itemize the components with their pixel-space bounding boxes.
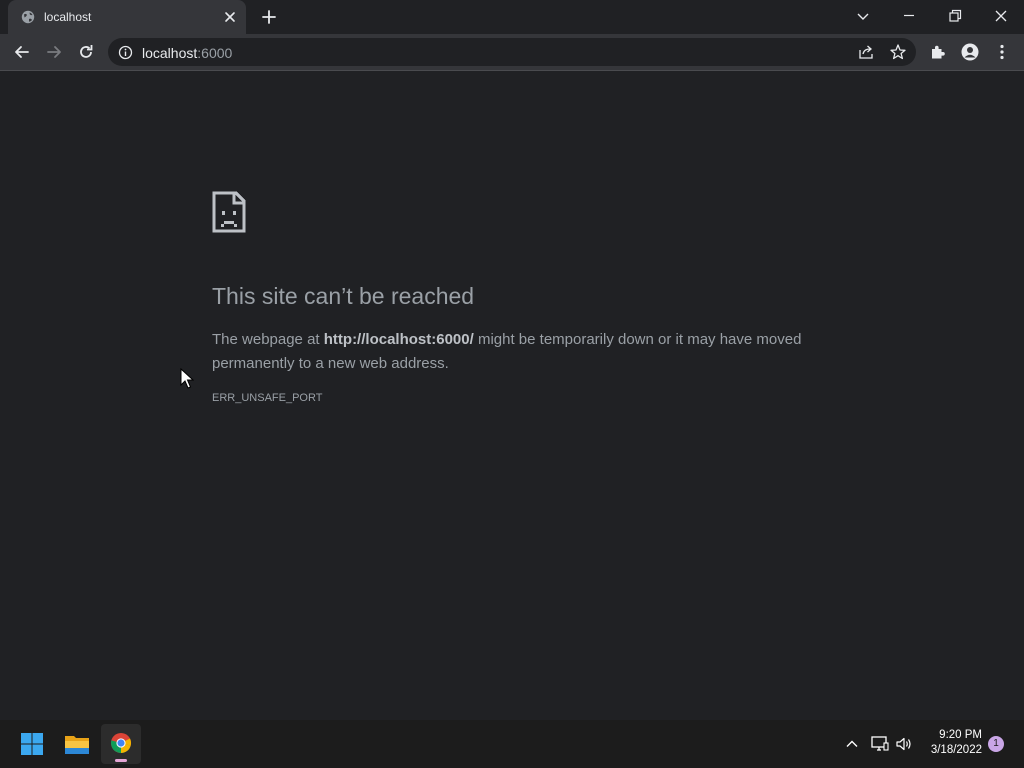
taskbar: 9:20 PM 3/18/2022 [0, 720, 1024, 768]
clock-time: 9:20 PM [939, 729, 982, 741]
error-page: This site can’t be reached The webpage a… [0, 71, 1024, 719]
tab-close-icon[interactable] [222, 9, 238, 25]
browser-tab[interactable]: localhost [8, 0, 246, 34]
tab-search-icon[interactable] [853, 6, 873, 26]
close-icon[interactable] [991, 6, 1011, 26]
error-title: This site can’t be reached [212, 283, 475, 309]
active-app-indicator [115, 759, 127, 762]
share-icon[interactable] [857, 43, 875, 61]
reload-icon[interactable] [76, 42, 96, 62]
tab-title: localhost [44, 10, 92, 24]
chrome-taskbar-button[interactable] [101, 724, 141, 764]
tab-strip: localhost [0, 0, 1024, 34]
address-port: :6000 [197, 45, 233, 61]
error-description: The webpage at http://localhost:6000/ mi… [212, 328, 832, 376]
windows-start-button[interactable] [12, 724, 52, 764]
chevron-up-icon[interactable] [842, 734, 862, 754]
system-clock[interactable]: 9:20 PM 3/18/2022 [922, 728, 982, 758]
restore-icon[interactable] [945, 6, 965, 26]
file-explorer-button[interactable] [56, 724, 96, 764]
error-desc-prefix: The webpage at [212, 331, 324, 348]
plus-icon[interactable] [260, 8, 278, 26]
star-icon[interactable] [889, 43, 907, 61]
address-bar[interactable]: localhost:6000 [108, 38, 916, 66]
notification-badge[interactable]: 1 [988, 736, 1004, 752]
forward-icon[interactable] [44, 42, 64, 62]
address-host: localhost [142, 45, 198, 61]
error-url: http://localhost:6000/ [323, 331, 474, 348]
globe-icon [21, 10, 35, 24]
sad-page-icon [212, 191, 246, 233]
mouse-cursor-icon [180, 368, 194, 389]
clock-date: 3/18/2022 [930, 744, 982, 756]
profile-icon[interactable] [960, 42, 980, 62]
info-icon[interactable] [118, 45, 133, 60]
volume-icon[interactable] [894, 734, 914, 754]
back-icon[interactable] [12, 42, 32, 62]
windows-start-icon [21, 733, 43, 755]
browser-toolbar: localhost:6000 [0, 34, 1024, 71]
network-icon[interactable] [870, 734, 890, 754]
extensions-icon[interactable] [928, 42, 948, 62]
menu-icon[interactable] [992, 42, 1012, 62]
address-text: localhost:6000 [142, 45, 232, 61]
error-code: ERR_UNSAFE_PORT [212, 392, 323, 404]
minimize-icon[interactable] [899, 6, 919, 26]
file-explorer-icon [65, 736, 89, 754]
chrome-icon [110, 733, 132, 754]
